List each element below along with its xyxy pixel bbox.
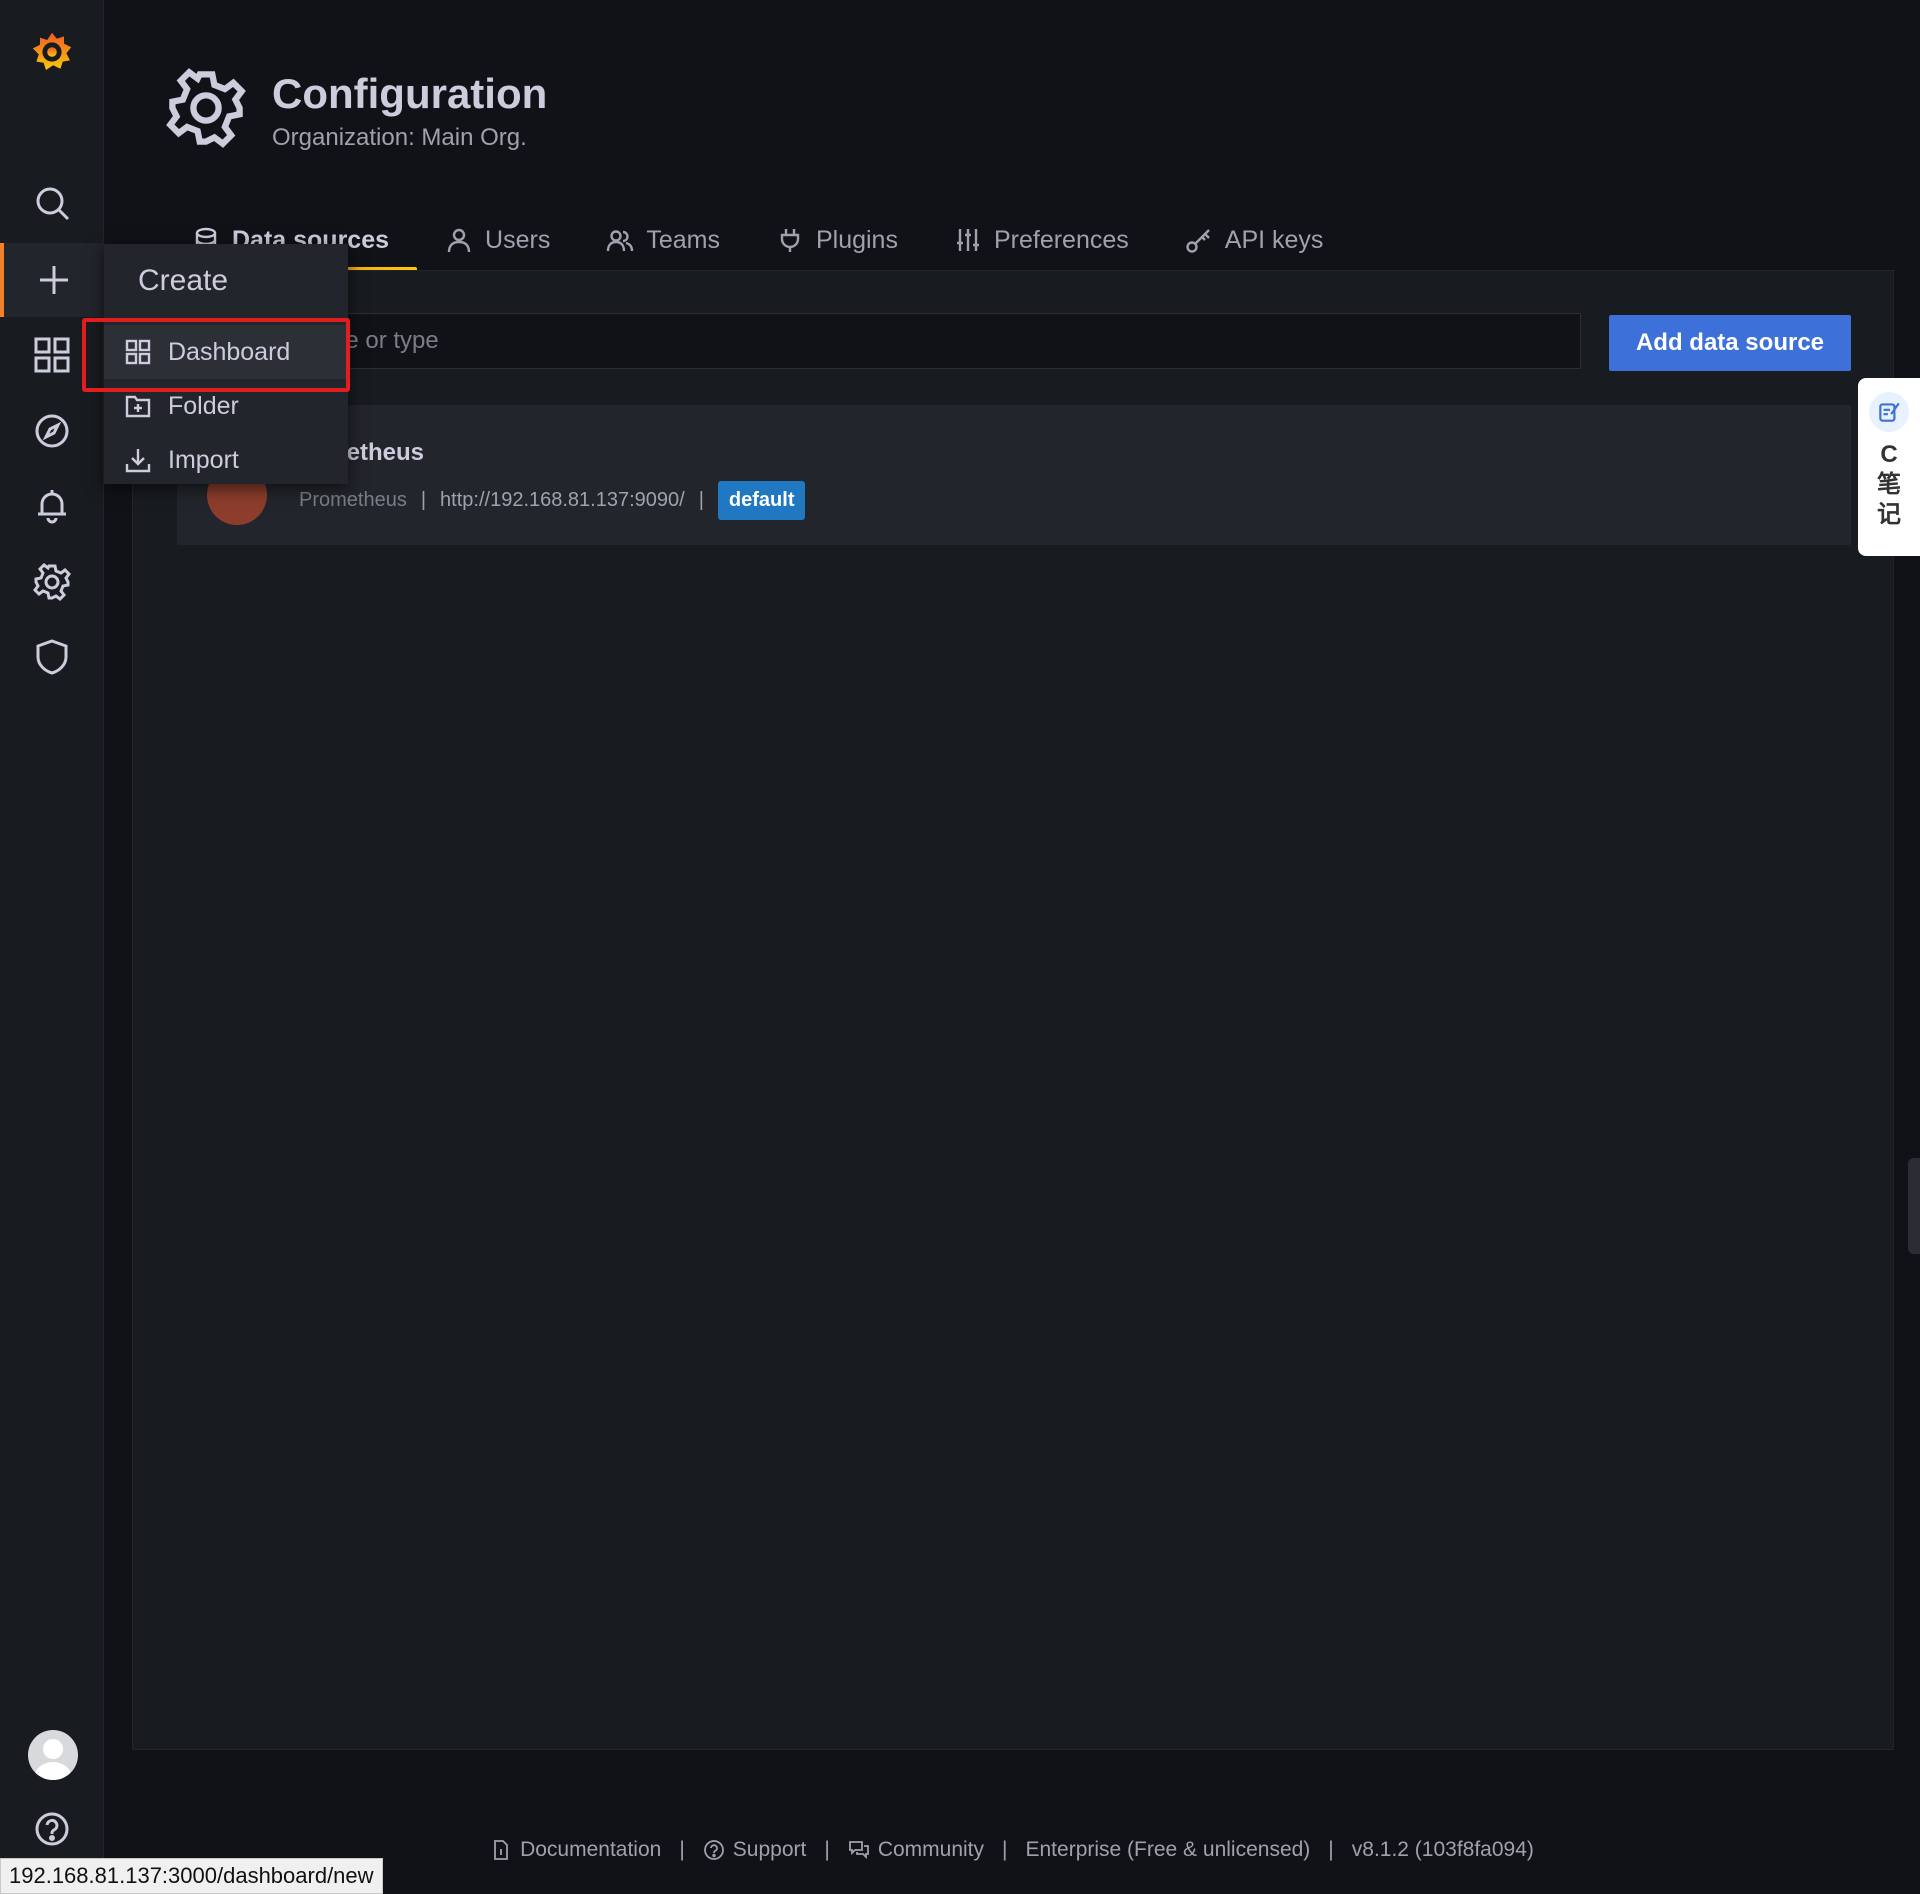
data-sources-panel: ame or type Add data source netheus Prom… — [132, 270, 1894, 1750]
avatar[interactable] — [28, 1730, 78, 1780]
shield-icon — [36, 639, 68, 675]
menu-item-import[interactable]: Import — [104, 433, 348, 487]
tab-preferences[interactable]: Preferences — [926, 210, 1157, 270]
folder-plus-icon — [125, 395, 151, 418]
footer-edition[interactable]: Enterprise (Free & unlicensed) — [1026, 1838, 1311, 1862]
tab-users[interactable]: Users — [417, 210, 578, 270]
footer-link-label: Community — [877, 1838, 985, 1861]
highlight-box — [82, 318, 350, 392]
plus-icon — [40, 266, 68, 294]
users-icon — [607, 230, 634, 252]
grafana-logo[interactable] — [0, 12, 104, 92]
sidebar-help[interactable] — [0, 1792, 104, 1866]
user-avatar-icon — [35, 1739, 71, 1780]
footer-documentation[interactable]: Documentation — [490, 1838, 661, 1862]
sliders-icon — [956, 229, 979, 251]
sidebar-server-admin[interactable] — [0, 620, 104, 694]
key-icon — [1186, 229, 1210, 253]
tab-label: Users — [485, 225, 551, 254]
menu-item-label: Import — [168, 445, 239, 474]
meta-separator: | — [698, 489, 704, 511]
footer-version: v8.1.2 (103f8fa094) — [1351, 1838, 1534, 1861]
sidebar-configuration[interactable] — [0, 545, 104, 619]
footer-support[interactable]: Support — [703, 1838, 807, 1862]
tab-label: Plugins — [815, 225, 898, 254]
add-data-source-button[interactable]: Add data source — [1609, 315, 1851, 371]
sidebar — [0, 0, 104, 1894]
datasource-card[interactable]: netheus Prometheus | http://192.168.81.1… — [177, 405, 1851, 545]
tab-label: Preferences — [993, 225, 1129, 254]
note-pen-icon — [1869, 392, 1909, 432]
search-input[interactable]: ame or type — [301, 313, 1581, 369]
footer-link-label: Documentation — [520, 1838, 662, 1861]
page-title: Configuration — [272, 70, 548, 117]
default-badge: default — [717, 481, 806, 520]
footer-link-label: Support — [732, 1838, 807, 1861]
sidebar-alerting[interactable] — [0, 469, 104, 543]
page-subtitle: Organization: Main Org. — [272, 124, 527, 151]
compass-icon — [35, 414, 69, 448]
page-header: Configuration Organization: Main Org. Da… — [104, 0, 1920, 272]
note-widget-label: C笔记 — [1877, 441, 1901, 528]
cog-header-icon — [166, 68, 246, 148]
plug-icon — [780, 229, 800, 252]
menu-item-label: Folder — [168, 391, 239, 420]
search-icon — [36, 187, 70, 221]
create-menu-header[interactable]: Create — [104, 244, 348, 318]
footer-separator: | — [679, 1838, 685, 1861]
status-bar-url: 192.168.81.137:3000/dashboard/new — [0, 1858, 383, 1894]
apps-icon — [34, 337, 70, 373]
note-widget[interactable]: C笔记 — [1858, 378, 1920, 556]
footer-separator: | — [1328, 1838, 1334, 1861]
user-icon — [447, 228, 471, 253]
datasource-type: Prometheus — [299, 489, 407, 511]
datasource-meta: Prometheus | http://192.168.81.137:9090/… — [299, 481, 806, 520]
tab-label: Teams — [646, 225, 720, 254]
gear-icon — [33, 563, 71, 601]
comments-icon — [848, 1841, 869, 1860]
sidebar-create[interactable] — [0, 243, 104, 317]
footer-separator: | — [824, 1838, 830, 1861]
question-circle-icon — [703, 1840, 724, 1860]
meta-separator: | — [420, 489, 427, 511]
sidebar-search[interactable] — [0, 166, 104, 240]
footer-community[interactable]: Community — [848, 1838, 984, 1862]
tab-teams[interactable]: Teams — [578, 210, 748, 270]
scroll-handle[interactable] — [1908, 1158, 1920, 1254]
sidebar-explore[interactable] — [0, 394, 104, 468]
bell-icon — [38, 490, 66, 524]
tab-api-keys[interactable]: API keys — [1157, 210, 1352, 270]
import-icon — [125, 449, 151, 473]
datasource-url: http://192.168.81.137:9090/ — [440, 489, 685, 511]
footer-separator: | — [1002, 1838, 1008, 1861]
grafana-logo-icon — [32, 32, 72, 70]
question-circle-icon — [35, 1812, 69, 1846]
document-icon — [494, 1840, 508, 1860]
tab-plugins[interactable]: Plugins — [748, 210, 926, 270]
tab-label: API keys — [1224, 225, 1324, 254]
